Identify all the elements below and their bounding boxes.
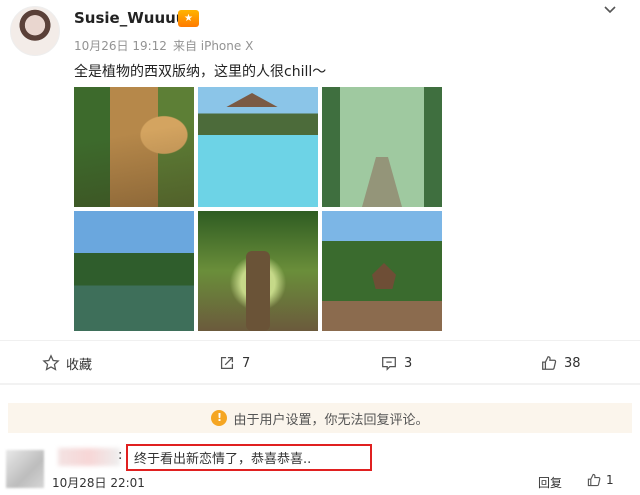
thumbs-up-icon [587, 473, 601, 487]
comment-count: 3 [404, 355, 413, 371]
star-icon [42, 354, 60, 371]
thumbs-up-icon [542, 356, 557, 370]
reply-restricted-notice: ! 由于用户设置，你无法回复评论。 [8, 403, 632, 433]
comment-time: 10月28日 22:01 [52, 476, 145, 490]
username[interactable]: Susie_Wuuuu [74, 9, 187, 27]
vip-badge-icon: ★ [178, 10, 199, 27]
favorite-button[interactable]: 收藏 [42, 341, 92, 385]
commenter-avatar[interactable] [6, 450, 44, 488]
comment-like-button[interactable]: 1 [586, 472, 614, 488]
post-source: 来自 iPhone X [172, 39, 254, 53]
comment-icon [382, 356, 396, 371]
action-bar: 收藏 7 3 38 [0, 340, 640, 384]
post-photo-5[interactable] [198, 211, 318, 331]
comment-colon: : [118, 448, 123, 463]
comment-reply-button[interactable]: 回复 [538, 474, 562, 491]
exclamation-icon: ! [211, 410, 228, 426]
post-photo-1[interactable] [74, 87, 194, 207]
share-count: 7 [242, 355, 251, 371]
like-count: 38 [564, 355, 581, 371]
share-icon [220, 356, 234, 370]
comment-like-count: 1 [606, 473, 614, 487]
favorite-label: 收藏 [66, 357, 93, 373]
weibo-post-card: Susie_Wuuuu ★ 10月26日 19:12 来自 iPhone X 全是… [0, 0, 640, 495]
comment-button[interactable]: 3 [380, 341, 412, 385]
share-button[interactable]: 7 [218, 341, 250, 385]
post-photo-3[interactable] [322, 87, 442, 207]
post-photo-4[interactable] [74, 211, 194, 331]
post-text: 全是植物的西双版纳，这里的人很chill～ [74, 64, 327, 80]
like-button[interactable]: 38 [540, 341, 581, 385]
post-photo-6[interactable] [322, 211, 442, 331]
comment-text: 终于看出新恋情了，恭喜恭喜.. [134, 452, 312, 467]
user-avatar[interactable] [10, 6, 60, 56]
divider [0, 383, 640, 385]
chevron-down-icon[interactable] [600, 0, 620, 20]
post-date: 10月26日 19:12 [74, 39, 167, 53]
post-meta: 10月26日 19:12 来自 iPhone X [74, 37, 259, 54]
notice-text: 由于用户设置，你无法回复评论。 [233, 412, 429, 428]
post-photo-2[interactable] [198, 87, 318, 207]
commenter-name-blurred[interactable] [58, 448, 120, 466]
